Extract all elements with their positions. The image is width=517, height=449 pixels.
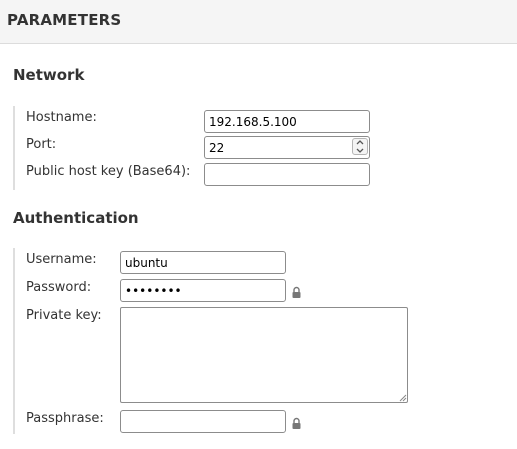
- public-host-key-input[interactable]: [204, 163, 370, 186]
- password-label: Password:: [26, 280, 92, 295]
- panel-header: PARAMETERS: [0, 0, 517, 44]
- private-key-field[interactable]: [120, 307, 408, 403]
- spin-up-icon[interactable]: [353, 139, 367, 146]
- passphrase-label: Passphrase:: [26, 411, 104, 426]
- port-stepper[interactable]: [204, 136, 370, 159]
- private-key-textarea[interactable]: [120, 307, 408, 403]
- resize-grip-icon[interactable]: [398, 393, 407, 402]
- parameters-panel: PARAMETERS Network Hostname: Port: Publi…: [0, 0, 517, 449]
- username-input[interactable]: [120, 251, 286, 274]
- spinner-arrows-icon[interactable]: [352, 138, 368, 155]
- lock-icon: [292, 286, 301, 298]
- private-key-label: Private key:: [26, 308, 102, 323]
- spin-down-icon[interactable]: [353, 147, 367, 154]
- port-label: Port:: [26, 137, 57, 152]
- network-section-title: Network: [13, 66, 85, 84]
- passphrase-input[interactable]: [120, 410, 286, 433]
- username-label: Username:: [26, 252, 97, 267]
- panel-title: PARAMETERS: [7, 11, 122, 29]
- network-section-rule: [13, 106, 15, 190]
- port-input[interactable]: [204, 136, 370, 159]
- hostname-label: Hostname:: [26, 110, 97, 125]
- lock-icon: [292, 417, 301, 429]
- hostname-input[interactable]: [204, 110, 370, 133]
- authentication-section-rule: [13, 248, 15, 434]
- public-host-key-label: Public host key (Base64):: [26, 164, 191, 179]
- authentication-section-title: Authentication: [13, 209, 139, 227]
- password-input[interactable]: [120, 279, 286, 302]
